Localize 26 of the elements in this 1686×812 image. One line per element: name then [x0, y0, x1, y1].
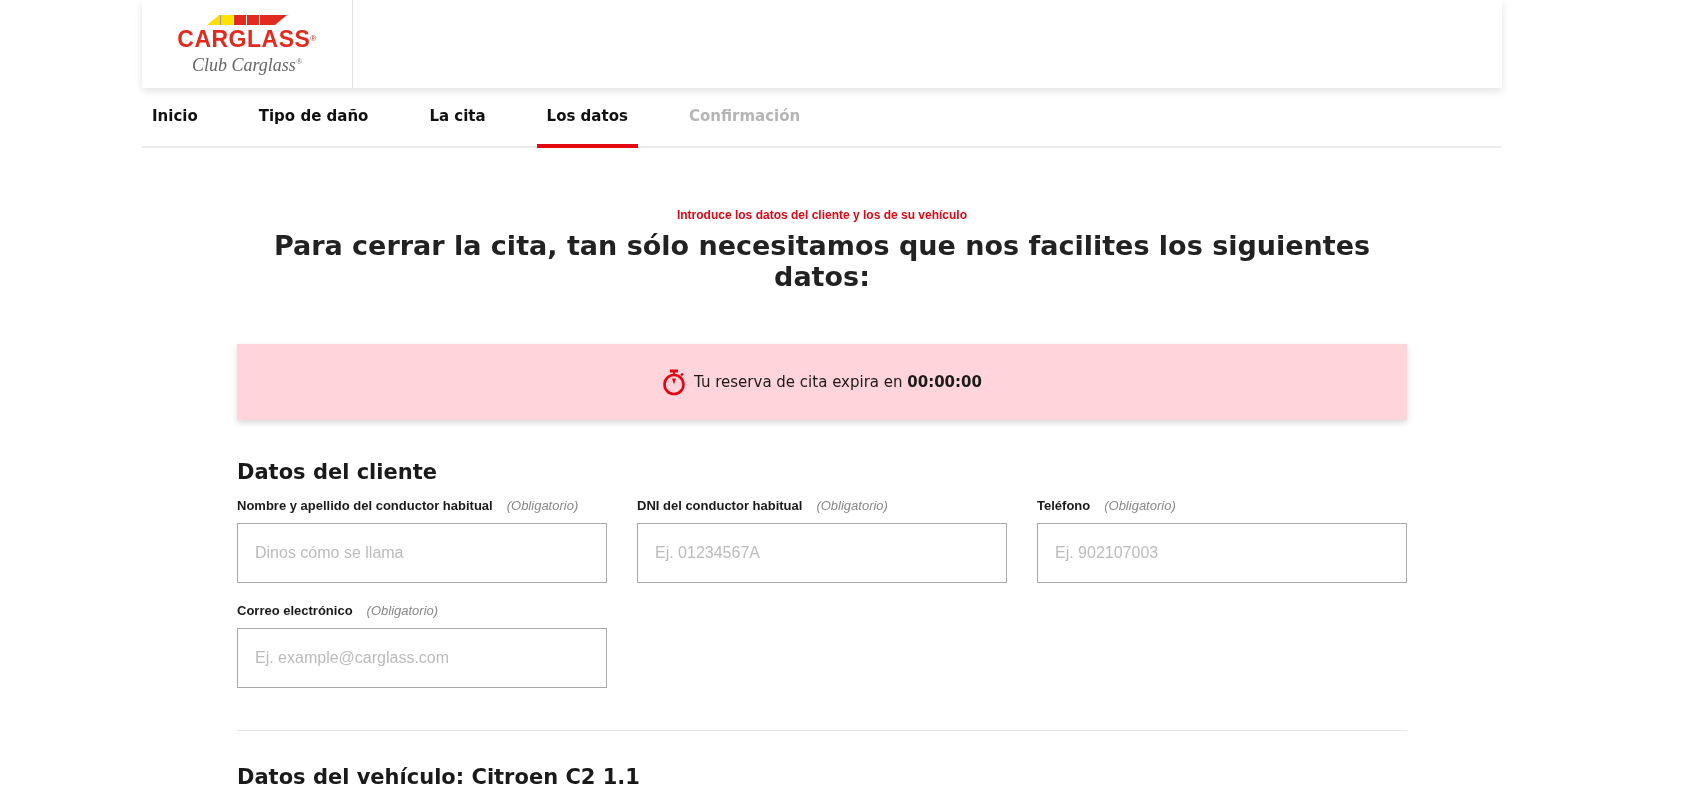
input-field[interactable]: Ej. 01234567A: [637, 523, 1007, 583]
section-title: Datos del cliente: [237, 460, 438, 484]
field-label: Teléfono: [1037, 498, 1091, 513]
field-label: Nombre y apellido del conductor habitual: [237, 498, 493, 513]
page-heading: Para cerrar la cita, tan sólo necesitamos que nos facilites los siguientes datos:: [272, 230, 1372, 292]
input-field[interactable]: Dinos cómo se llama: [237, 523, 607, 583]
required-hint: (Obligatorio): [816, 498, 888, 513]
step-tab[interactable]: Los datos: [536, 88, 638, 148]
section-title: Datos del vehículo: Citroen C2 1.1: [237, 765, 641, 789]
step-tab[interactable]: Inicio: [142, 88, 208, 148]
step-tab[interactable]: Tipo de daño: [248, 88, 379, 148]
stripes-logo-icon: [207, 12, 287, 27]
field-label: DNI del conductor habitual: [637, 498, 803, 513]
input-field[interactable]: Ej. 902107003: [1037, 523, 1407, 583]
logo-wordmark: CARGLASS$^{®}$: [177, 26, 317, 51]
step-tab[interactable]: La cita: [419, 88, 496, 148]
required-hint: (Obligatorio): [1104, 498, 1176, 513]
form-subtitle: Introduce los datos del cliente y los de su vehículo: [675, 208, 969, 222]
required-hint: (Obligatorio): [366, 603, 439, 618]
club-wordmark: Club Carglass$^{®}$: [192, 54, 302, 76]
logo-link[interactable]: CARGLASS$^{®}$ Club Carglass$^{®}$: [142, 0, 353, 88]
field-label: Correo electrónico: [237, 603, 353, 618]
stopwatch-icon: [662, 367, 687, 397]
input-field[interactable]: Ej. example@carglass.com: [237, 628, 607, 688]
timer-text: Tu reserva de cita expira en 00:00:00: [694, 373, 982, 391]
required-hint: (Obligatorio): [506, 498, 579, 513]
